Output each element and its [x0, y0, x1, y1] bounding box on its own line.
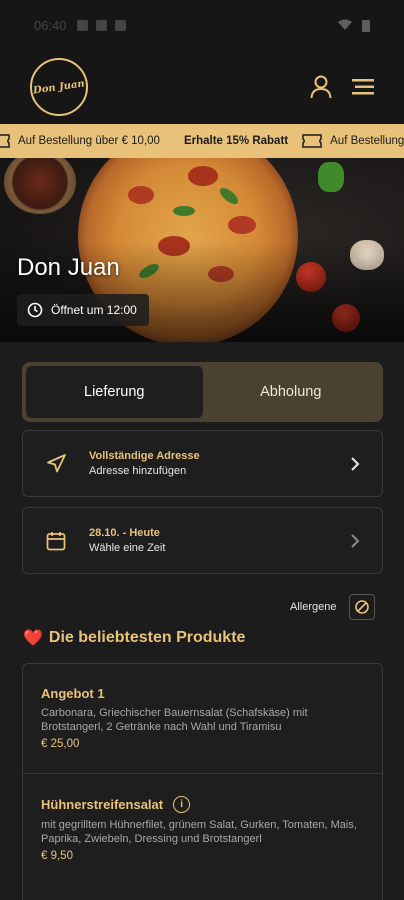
menu-icon[interactable] [352, 79, 374, 95]
product-name: Hühnerstreifensalat [41, 797, 164, 812]
ticker-text: Auf Bestellung [330, 135, 404, 147]
time-subtitle: Wähle eine Zeit [89, 542, 166, 554]
heart-icon: ❤️ [23, 630, 43, 647]
calendar-icon [46, 531, 66, 550]
chevron-right-icon [351, 456, 360, 471]
product-description: Carbonara, Griechischer Bauernsalat (Sch… [41, 707, 308, 733]
product-item[interactable]: Hühnerstreifensalat i mit gegrilltem Hüh… [23, 773, 382, 893]
product-name: Angebot 1 [41, 686, 105, 701]
app-header: Don Juan [0, 50, 404, 124]
pepper-image [318, 162, 344, 192]
chevron-right-icon [351, 533, 360, 548]
wifi-icon [338, 19, 352, 30]
product-price: € 9,50 [41, 850, 73, 862]
product-description: mit gegrilltem Hühnerfilet, grünem Salat… [41, 819, 357, 845]
status-bar: 06:40 [0, 0, 404, 50]
restaurant-name: Don Juan [17, 254, 120, 281]
logo-text: Don Juan [32, 77, 86, 97]
allergene-button[interactable] [349, 594, 376, 620]
address-card[interactable]: Vollständige Adresse Adresse hinzufügen [22, 430, 383, 497]
opening-time-chip: Öffnet um 12:00 [17, 294, 149, 326]
ticker-bold-text: Erhalte 15% Rabatt [183, 135, 289, 147]
ticket-icon [302, 134, 322, 148]
user-icon[interactable] [310, 75, 332, 99]
popular-products-heading: ❤️ Die beliebtesten Produkte [23, 628, 245, 648]
info-icon[interactable]: i [173, 796, 191, 813]
ticker-text: Auf Bestellung über € 10,00 [18, 135, 160, 147]
time-card[interactable]: 28.10. - Heute Wähle eine Zeit [22, 507, 383, 574]
battery-icon [362, 19, 370, 32]
status-notification-icons [76, 19, 126, 31]
address-title: Vollständige Adresse [89, 450, 200, 462]
product-price: € 25,00 [41, 738, 80, 750]
status-system-icons [338, 19, 370, 32]
time-title: 28.10. - Heute [89, 527, 160, 539]
notification-icon [114, 19, 126, 31]
pepper-bowl-image [4, 158, 76, 214]
section-title-text: Die beliebtesten Produkte [48, 629, 246, 646]
allergene-label: Allergene [290, 601, 337, 613]
tab-lieferung[interactable]: Lieferung [26, 366, 203, 418]
status-time: 06:40 [34, 17, 67, 33]
restaurant-logo[interactable]: Don Juan [30, 58, 88, 116]
clock-icon [27, 302, 43, 318]
notification-icon [95, 19, 107, 31]
product-list: Angebot 1 Carbonara, Griechischer Bauern… [22, 663, 383, 900]
address-subtitle: Adresse hinzufügen [89, 465, 187, 477]
tab-abholung[interactable]: Abholung [203, 366, 380, 418]
opening-time-text: Öffnet um 12:00 [51, 303, 137, 317]
ticket-icon [0, 134, 10, 148]
delivery-mode-toggle: Lieferung Abholung [22, 362, 383, 422]
hero-banner: Don Juan Öffnet um 12:00 [0, 158, 404, 342]
promo-ticker: Auf Bestellung über € 10,00 Erhalte 15% … [0, 124, 404, 158]
notification-icon [76, 19, 88, 31]
ticker-segment: Auf Bestellung über € 10,00 Erhalte 15% … [0, 134, 288, 148]
ticker-segment: Auf Bestellung [302, 134, 404, 148]
product-item[interactable]: Angebot 1 Carbonara, Griechischer Bauern… [23, 664, 382, 773]
allergen-icon [355, 600, 370, 614]
allergene-filter[interactable]: Allergene [290, 594, 376, 620]
location-arrow-icon [47, 453, 66, 472]
